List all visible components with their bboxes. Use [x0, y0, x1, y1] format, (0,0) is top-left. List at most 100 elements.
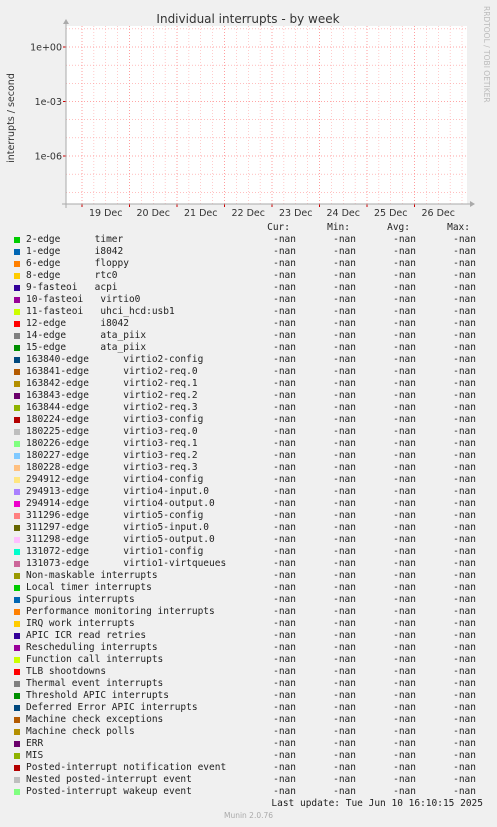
legend-series-name: 10-fasteoi virtio0 — [26, 294, 141, 305]
legend-value-avg: -nan — [393, 498, 416, 509]
legend-value-max: -nan — [453, 486, 476, 497]
legend-value-cur: -nan — [273, 498, 296, 509]
legend-series-name: 163841-edge virtio2-req.0 — [26, 366, 198, 377]
legend-swatch — [14, 789, 20, 795]
legend-swatch — [14, 597, 20, 603]
legend-value-avg: -nan — [393, 378, 416, 389]
legend-series-name: 311298-edge virtio5-output.0 — [26, 534, 215, 545]
legend-value-avg: -nan — [393, 606, 416, 617]
legend-series-name: 14-edge ata_piix — [26, 330, 147, 341]
legend-value-min: -nan — [333, 246, 356, 257]
legend-swatch — [14, 717, 20, 723]
legend-swatch — [14, 417, 20, 423]
y-ticks: 1e+00 1e-03 1e-06 — [30, 43, 66, 163]
x-ticks: 19 Dec 20 Dec 21 Dec 22 Dec 23 Dec 24 Dec 25 D… — [81, 204, 456, 219]
legend-value-cur: -nan — [273, 426, 296, 437]
legend-value-cur: -nan — [273, 642, 296, 653]
legend-value-max: -nan — [453, 318, 476, 329]
legend-series-name: 1-edge i8042 — [26, 246, 124, 257]
legend-swatch — [14, 405, 20, 411]
legend-value-min: -nan — [333, 678, 356, 689]
legend-value-min: -nan — [333, 594, 356, 605]
legend-value-cur: -nan — [273, 306, 296, 317]
legend-row: IRQ work interrupts -nan -nan -nan -nan — [0, 618, 497, 630]
legend-value-min: -nan — [333, 774, 356, 785]
legend-swatch — [14, 369, 20, 375]
legend-series-name: 131072-edge virtio1-config — [26, 546, 204, 557]
legend-value-avg: -nan — [393, 294, 416, 305]
y-tick-label: 1e+00 — [30, 43, 62, 54]
legend-value-min: -nan — [333, 402, 356, 413]
legend-value-min: -nan — [333, 486, 356, 497]
legend-value-min: -nan — [333, 522, 356, 533]
legend-value-min: -nan — [333, 654, 356, 665]
legend-value-cur: -nan — [273, 354, 296, 365]
legend-row: 2-edge timer -nan -nan -nan -nan — [0, 234, 497, 246]
legend-row: 163842-edge virtio2-req.1 -nan -nan -nan -na… — [0, 378, 497, 390]
legend-value-min: -nan — [333, 618, 356, 629]
legend-value-min: -nan — [333, 414, 356, 425]
legend-value-min: -nan — [333, 630, 356, 641]
legend-value-min: -nan — [333, 750, 356, 761]
legend-row: 180224-edge virtio3-config -nan -nan -nan -n… — [0, 414, 497, 426]
legend-value-max: -nan — [453, 678, 476, 689]
legend-swatch — [14, 513, 20, 519]
legend-value-max: -nan — [453, 474, 476, 485]
legend-row: 163844-edge virtio2-req.3 -nan -nan -nan -na… — [0, 402, 497, 414]
legend-value-cur: -nan — [273, 618, 296, 629]
legend-value-max: -nan — [453, 354, 476, 365]
legend-swatch — [14, 465, 20, 471]
legend-swatch — [14, 357, 20, 363]
legend-swatch — [14, 261, 20, 267]
legend-value-min: -nan — [333, 462, 356, 473]
legend-swatch — [14, 693, 20, 699]
legend-value-min: -nan — [333, 474, 356, 485]
legend-row: 180227-edge virtio3-req.2 -nan -nan -nan -na… — [0, 450, 497, 462]
legend-value-cur: -nan — [273, 402, 296, 413]
legend-swatch — [14, 285, 20, 291]
legend-row: Function call interrupts -nan -nan -nan -nan — [0, 654, 497, 666]
legend-value-cur: -nan — [273, 666, 296, 677]
y-axis-arrow — [63, 19, 69, 24]
legend-value-avg: -nan — [393, 342, 416, 353]
legend-value-cur: -nan — [273, 690, 296, 701]
legend-series-name: 294912-edge virtio4-config — [26, 474, 204, 485]
legend-value-max: -nan — [453, 714, 476, 725]
legend-value-cur: -nan — [273, 258, 296, 269]
legend-value-min: -nan — [333, 378, 356, 389]
legend-value-min: -nan — [333, 498, 356, 509]
legend-value-max: -nan — [453, 270, 476, 281]
legend-value-min: -nan — [333, 666, 356, 677]
legend-swatch — [14, 489, 20, 495]
legend-value-cur: -nan — [273, 294, 296, 305]
legend-series-name: 9-fasteoi acpi — [26, 282, 118, 293]
x-tick-label: 26 Dec — [422, 208, 456, 219]
legend-series-name: 163842-edge virtio2-req.1 — [26, 378, 198, 389]
y-axis-label: interrupts / second — [6, 73, 17, 163]
legend-value-min: -nan — [333, 714, 356, 725]
legend-swatch — [14, 633, 20, 639]
legend-value-min: -nan — [333, 546, 356, 557]
legend-value-avg: -nan — [393, 666, 416, 677]
legend-row: 294914-edge virtio4-output.0 -nan -nan -nan… — [0, 498, 497, 510]
legend-value-avg: -nan — [393, 522, 416, 533]
legend-series-name: Performance monitoring interrupts — [26, 606, 215, 617]
legend-value-max: -nan — [453, 450, 476, 461]
legend-value-min: -nan — [333, 690, 356, 701]
legend-value-avg: -nan — [393, 306, 416, 317]
legend-row: 6-edge floppy -nan -nan -nan -nan — [0, 258, 497, 270]
legend-value-max: -nan — [453, 666, 476, 677]
legend-value-avg: -nan — [393, 702, 416, 713]
legend-row: Nested posted-interrupt event -nan -nan -na… — [0, 774, 497, 786]
legend-value-min: -nan — [333, 534, 356, 545]
legend-value-avg: -nan — [393, 354, 416, 365]
legend-value-avg: -nan — [393, 654, 416, 665]
legend-value-avg: -nan — [393, 474, 416, 485]
legend-value-avg: -nan — [393, 414, 416, 425]
legend-row: Posted-interrupt notification event -nan -… — [0, 762, 497, 774]
legend-value-min: -nan — [333, 702, 356, 713]
plot-area — [66, 26, 467, 204]
legend-row: 311297-edge virtio5-input.0 -nan -nan -nan -… — [0, 522, 497, 534]
legend-value-max: -nan — [453, 402, 476, 413]
legend-row: 131072-edge virtio1-config -nan -nan -nan -n… — [0, 546, 497, 558]
